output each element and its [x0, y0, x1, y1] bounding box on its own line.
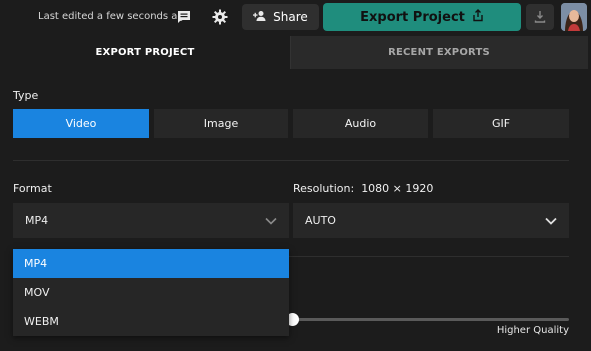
resolution-select-value: AUTO — [305, 214, 336, 227]
resolution-select[interactable]: AUTO — [293, 203, 569, 238]
format-option-mp4[interactable]: MP4 — [13, 249, 289, 278]
chevron-down-icon — [545, 217, 557, 225]
chevron-down-icon — [265, 217, 277, 225]
type-audio-button[interactable]: Audio — [293, 109, 428, 138]
export-label: Export Project — [360, 9, 465, 25]
tab-divider — [290, 36, 291, 69]
format-select[interactable]: MP4 — [13, 203, 289, 238]
comment-icon[interactable] — [175, 8, 193, 26]
download-button[interactable] — [526, 4, 554, 30]
tab-recent-exports[interactable]: RECENT EXPORTS — [290, 36, 588, 69]
last-edited-status: Last edited a few seconds ago — [38, 11, 190, 22]
download-icon — [534, 8, 546, 27]
export-project-button[interactable]: Export Project — [323, 3, 521, 31]
avatar[interactable] — [561, 3, 587, 31]
format-label: Format — [13, 182, 52, 195]
format-dropdown-menu: MP4 MOV WEBM — [13, 249, 289, 336]
gear-icon[interactable] — [211, 8, 229, 26]
type-image-button[interactable]: Image — [154, 109, 288, 138]
resolution-label: Resolution: 1080 × 1920 — [293, 182, 433, 195]
format-option-mov[interactable]: MOV — [13, 278, 289, 307]
quality-slider-track[interactable] — [293, 318, 569, 321]
tab-export-project[interactable]: EXPORT PROJECT — [0, 36, 290, 69]
higher-quality-label: Higher Quality — [496, 325, 569, 336]
resolution-dims: 1080 × 1920 — [361, 182, 434, 195]
resolution-label-text: Resolution: — [293, 182, 355, 195]
share-label: Share — [273, 10, 308, 24]
type-label: Type — [13, 89, 39, 102]
divider — [13, 160, 569, 161]
type-gif-button[interactable]: GIF — [433, 109, 569, 138]
share-out-icon — [472, 8, 484, 26]
share-button[interactable]: Share — [242, 4, 319, 30]
format-option-webm[interactable]: WEBM — [13, 307, 289, 336]
add-person-icon — [253, 10, 267, 25]
format-select-value: MP4 — [25, 214, 49, 227]
type-video-button[interactable]: Video — [13, 109, 149, 138]
top-bar: Last edited a few seconds ago Share Expo… — [0, 0, 591, 36]
